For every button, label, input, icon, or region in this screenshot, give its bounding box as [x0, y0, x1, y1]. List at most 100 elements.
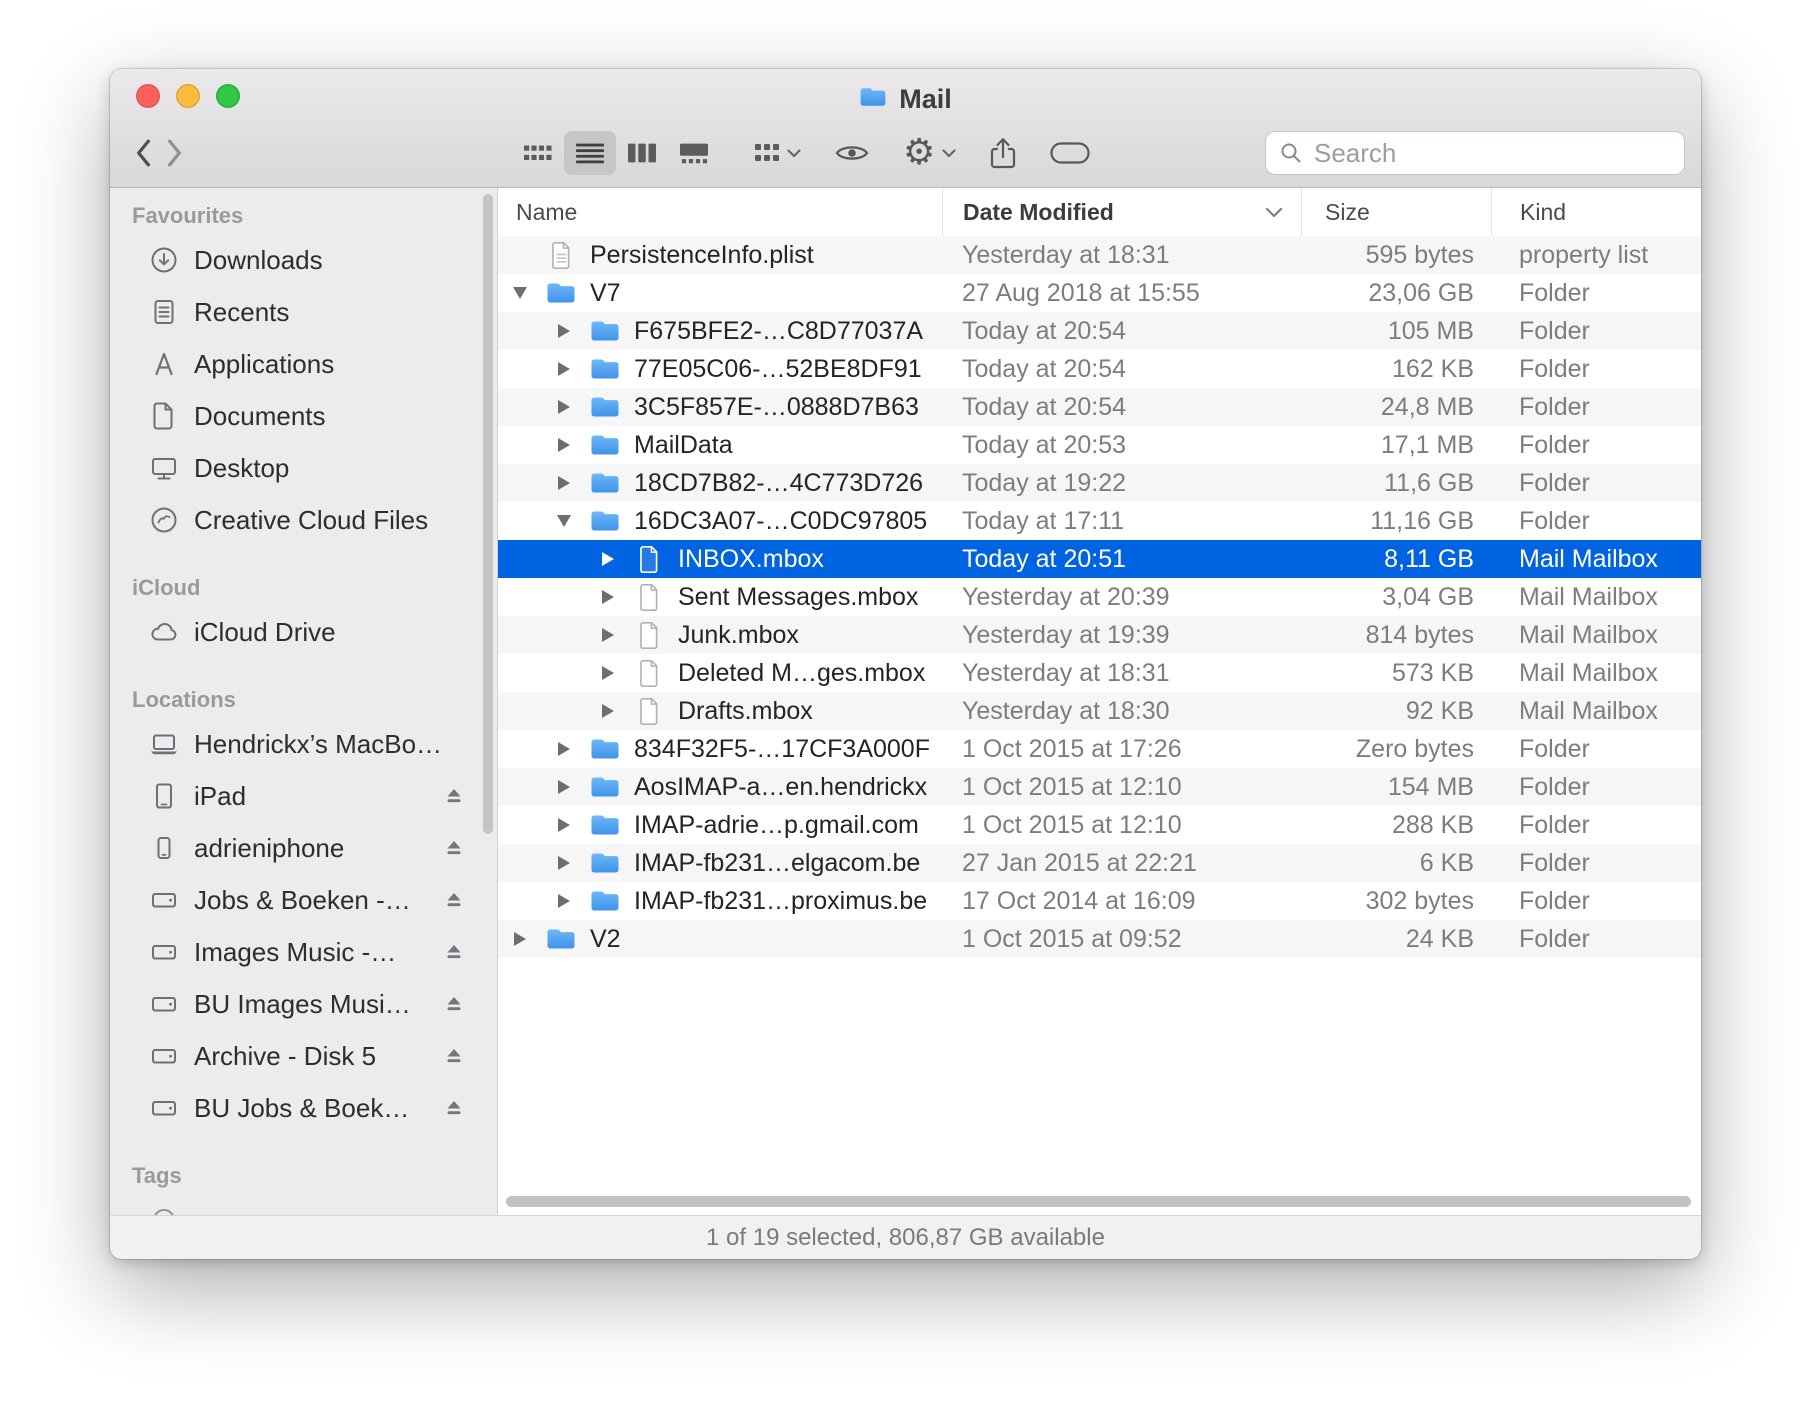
sidebar-item-ipad[interactable]: iPad: [110, 770, 497, 822]
disclosure-closed-icon[interactable]: [510, 932, 530, 946]
disclosure-closed-icon[interactable]: [554, 400, 574, 414]
disclosure-closed-icon[interactable]: [554, 780, 574, 794]
column-header-date-modified[interactable]: Date Modified: [942, 188, 1301, 236]
file-date-modified: Today at 20:54: [962, 316, 1127, 345]
folder-icon: [590, 813, 620, 837]
icon-view-button[interactable]: [512, 131, 564, 175]
file-row[interactable]: INBOX.mbox Today at 20:51 8,11 GB Mail Mail…: [498, 540, 1701, 578]
disclosure-closed-icon[interactable]: [598, 628, 618, 642]
minimize-button[interactable]: [176, 84, 200, 108]
file-name: 77E05C06-…52BE8DF91: [634, 354, 922, 383]
disclosure-closed-icon[interactable]: [554, 894, 574, 908]
disclosure-closed-icon[interactable]: [598, 704, 618, 718]
tag-button[interactable]: [1050, 131, 1090, 175]
file-row[interactable]: F675BFE2-…C8D77037A Today at 20:54 105 MB F…: [498, 312, 1701, 350]
file-date-modified: Yesterday at 18:31: [962, 658, 1170, 687]
disclosure-closed-icon[interactable]: [554, 742, 574, 756]
zoom-button[interactable]: [216, 84, 240, 108]
share-button[interactable]: [990, 131, 1016, 175]
eject-icon[interactable]: [439, 1093, 469, 1123]
file-row[interactable]: IMAP-adrie…p.gmail.com 1 Oct 2015 at 12:1…: [498, 806, 1701, 844]
disclosure-open-icon[interactable]: [510, 287, 530, 299]
downloads-icon: [148, 244, 180, 276]
sidebar-item-downloads[interactable]: Downloads: [110, 234, 497, 286]
sidebar-item-adrieniphone[interactable]: adrieniphone: [110, 822, 497, 874]
sidebar-item-bu-images-musi[interactable]: BU Images Musi…: [110, 978, 497, 1030]
sidebar-item-documents[interactable]: Documents: [110, 390, 497, 442]
sidebar-item-tag[interactable]: [110, 1194, 497, 1215]
file-kind: Mail Mailbox: [1519, 620, 1658, 649]
file-row[interactable]: AosIMAP-a…en.hendrickx 1 Oct 2015 at 12:1…: [498, 768, 1701, 806]
sidebar-item-recents[interactable]: Recents: [110, 286, 497, 338]
file-size: 288 KB: [1391, 810, 1474, 839]
sidebar-item-label: Documents: [194, 400, 326, 431]
action-button[interactable]: ⚙: [903, 131, 956, 175]
file-row[interactable]: 77E05C06-…52BE8DF91 Today at 20:54 162 KB F…: [498, 350, 1701, 388]
disk-icon: [148, 1092, 180, 1124]
list-view-button[interactable]: [564, 131, 616, 175]
file-row[interactable]: MailData Today at 20:53 17,1 MB Folder: [498, 426, 1701, 464]
sidebar-item-jobs-boeken[interactable]: Jobs & Boeken -…: [110, 874, 497, 926]
sidebar-item-bu-jobs-boek[interactable]: BU Jobs & Boek…: [110, 1082, 497, 1134]
file-name-cell: 77E05C06-…52BE8DF91: [498, 350, 942, 388]
folder-icon: [590, 319, 620, 343]
file-row[interactable]: 3C5F857E-…0888D7B63 Today at 20:54 24,8 MB…: [498, 388, 1701, 426]
disclosure-closed-icon[interactable]: [554, 818, 574, 832]
sidebar-item-creative-cloud-files[interactable]: Creative Cloud Files: [110, 494, 497, 546]
sidebar-item-archive-disk-5[interactable]: Archive - Disk 5: [110, 1030, 497, 1082]
column-header-name[interactable]: Name: [498, 188, 942, 236]
disclosure-closed-icon[interactable]: [598, 552, 618, 566]
tag-circle: [148, 1204, 180, 1215]
file-row[interactable]: PersistenceInfo.plist Yesterday at 18:31 5…: [498, 236, 1701, 274]
column-view-button[interactable]: [616, 131, 668, 175]
file-size: 11,16 GB: [1370, 506, 1474, 535]
search-input[interactable]: [1312, 136, 1670, 170]
disk-icon: [148, 1040, 180, 1072]
file-row[interactable]: Deleted M…ges.mbox Yesterday at 18:31 573 …: [498, 654, 1701, 692]
horizontal-scrollbar[interactable]: [506, 1196, 1691, 1207]
group-button[interactable]: [754, 131, 801, 175]
disclosure-open-icon[interactable]: [554, 515, 574, 527]
eject-icon[interactable]: [439, 885, 469, 915]
eject-icon[interactable]: [439, 1041, 469, 1071]
disclosure-closed-icon[interactable]: [554, 362, 574, 376]
file-row[interactable]: 18CD7B82-…4C773D726 Today at 19:22 11,6 GB…: [498, 464, 1701, 502]
disclosure-closed-icon[interactable]: [554, 324, 574, 338]
eject-icon[interactable]: [439, 989, 469, 1019]
column-header-size[interactable]: Size: [1301, 188, 1491, 236]
file-row[interactable]: Sent Messages.mbox Yesterday at 20:39 3,04…: [498, 578, 1701, 616]
eject-icon[interactable]: [439, 937, 469, 967]
disclosure-closed-icon[interactable]: [554, 476, 574, 490]
file-row[interactable]: Junk.mbox Yesterday at 19:39 814 bytes Mail…: [498, 616, 1701, 654]
disclosure-closed-icon[interactable]: [598, 666, 618, 680]
gallery-view-button[interactable]: [668, 131, 720, 175]
back-button[interactable]: [134, 131, 152, 175]
file-kind: Folder: [1519, 316, 1590, 345]
disclosure-closed-icon[interactable]: [554, 438, 574, 452]
sidebar-item-desktop[interactable]: Desktop: [110, 442, 497, 494]
eject-icon[interactable]: [439, 781, 469, 811]
folder-icon: [590, 889, 620, 913]
file-row[interactable]: IMAP-fb231…elgacom.be 27 Jan 2015 at 22:2…: [498, 844, 1701, 882]
column-headers: Name Date Modified Size Kind: [498, 188, 1701, 237]
sidebar-item-images-music[interactable]: Images Music -…: [110, 926, 497, 978]
file-row[interactable]: Drafts.mbox Yesterday at 18:30 92 KB Mail M…: [498, 692, 1701, 730]
close-button[interactable]: [136, 84, 160, 108]
file-row[interactable]: V2 1 Oct 2015 at 09:52 24 KB Folder: [498, 920, 1701, 958]
eject-icon[interactable]: [439, 833, 469, 863]
disclosure-closed-icon[interactable]: [554, 856, 574, 870]
search-field[interactable]: [1265, 131, 1685, 175]
sidebar-item-applications[interactable]: Applications: [110, 338, 497, 390]
sidebar-scrollbar[interactable]: [483, 194, 493, 834]
forward-button[interactable]: [166, 131, 184, 175]
file-row[interactable]: 834F32F5-…17CF3A000F 1 Oct 2015 at 17:26 Z…: [498, 730, 1701, 768]
file-name: INBOX.mbox: [678, 544, 824, 573]
file-row[interactable]: 16DC3A07-…C0DC97805 Today at 17:11 11,16 G…: [498, 502, 1701, 540]
sidebar-item-icloud-drive[interactable]: iCloud Drive: [110, 606, 497, 658]
quick-look-button[interactable]: [835, 131, 869, 175]
column-header-kind[interactable]: Kind: [1491, 188, 1701, 236]
sidebar-item-hendrickx-s-macbo[interactable]: Hendrickx’s MacBo…: [110, 718, 497, 770]
disclosure-closed-icon[interactable]: [598, 590, 618, 604]
file-row[interactable]: IMAP-fb231…proximus.be 17 Oct 2014 at 16:…: [498, 882, 1701, 920]
file-row[interactable]: V7 27 Aug 2018 at 15:55 23,06 GB Folder: [498, 274, 1701, 312]
